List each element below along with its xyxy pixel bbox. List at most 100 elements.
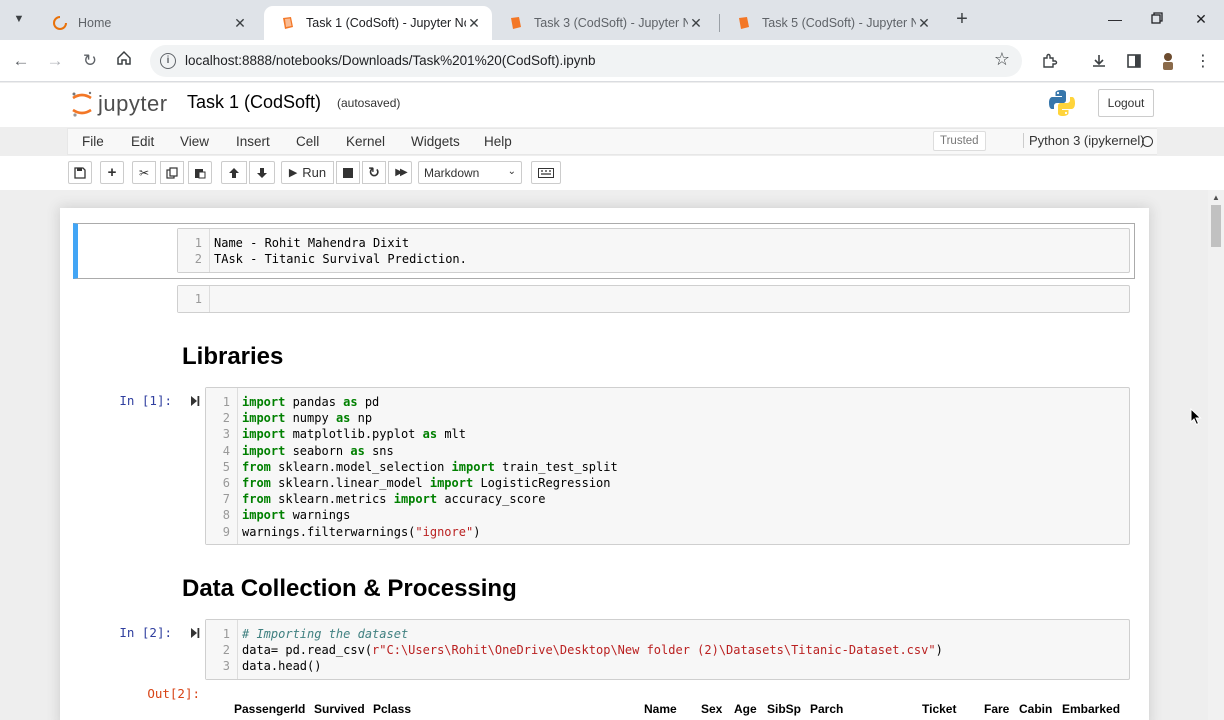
stop-icon <box>343 167 353 178</box>
jupyter-book-icon <box>280 15 296 31</box>
empty-cell-input-area[interactable]: 1 <box>177 285 1130 313</box>
copy-button[interactable] <box>160 161 184 184</box>
extensions-icon[interactable] <box>1038 50 1060 72</box>
jupyter-logo[interactable]: jupyter <box>70 89 168 119</box>
code-line: TAsk - Titanic Survival Prediction. <box>214 252 467 266</box>
menu-cell[interactable]: Cell <box>296 134 319 149</box>
save-icon <box>74 166 86 179</box>
browser-menu-icon[interactable]: ⋮ <box>1192 50 1214 72</box>
menu-view[interactable]: View <box>180 134 209 149</box>
tab-title: Task 3 (CodSoft) - Jupyter Notebook <box>534 16 688 30</box>
line-number: 1 <box>194 236 202 250</box>
tab-task5[interactable]: Task 5 (CodSoft) - Jupyter Notebook ✕ <box>720 6 942 40</box>
menu-kernel[interactable]: Kernel <box>346 134 385 149</box>
trusted-indicator[interactable]: Trusted <box>933 131 986 151</box>
line-numbers: 1 2 3 <box>222 627 230 674</box>
move-down-button[interactable] <box>249 161 275 184</box>
tab-title: Task 1 (CodSoft) - Jupyter Notebook <box>306 16 466 30</box>
cell-type-select[interactable]: Markdown ⌄ <box>418 161 522 184</box>
menu-widgets[interactable]: Widgets <box>411 134 460 149</box>
scrollbar-thumb[interactable] <box>1211 205 1221 247</box>
kernel-name[interactable]: Python 3 (ipykernel) <box>1023 133 1145 148</box>
reload-icon[interactable]: ↻ <box>79 50 101 72</box>
side-panel-icon[interactable] <box>1123 50 1145 72</box>
chevron-down-icon: ⌄ <box>507 166 516 177</box>
restart-run-all-button[interactable]: ▶▶ <box>388 161 412 184</box>
paste-button[interactable] <box>188 161 212 184</box>
restore-icon[interactable] <box>1146 8 1168 30</box>
df-column-header: Survived <box>314 702 365 716</box>
arrow-down-icon <box>257 167 267 178</box>
tab-task1[interactable]: Task 1 (CodSoft) - Jupyter Notebook ✕ <box>264 6 492 40</box>
run-cell-icon[interactable] <box>190 395 200 407</box>
arrow-up-icon <box>229 167 239 178</box>
scissors-icon: ✂ <box>138 165 150 180</box>
menu-help[interactable]: Help <box>484 134 512 149</box>
site-info-icon[interactable]: i <box>160 53 176 69</box>
notebook-menubar: File Edit View Insert Cell Kernel Widget… <box>67 128 1157 155</box>
address-bar[interactable]: i localhost:8888/notebooks/Downloads/Tas… <box>150 45 1022 77</box>
df-column-header: Ticket <box>922 702 957 716</box>
df-column-header: Cabin <box>1019 702 1053 716</box>
close-tab-icon[interactable]: ✕ <box>916 15 932 32</box>
tab-home[interactable]: Home ✕ <box>36 6 258 40</box>
heading-data-collection: Data Collection & Processing <box>182 575 517 602</box>
interrupt-button[interactable] <box>336 161 360 184</box>
code-block: # Importing the dataset data= pd.read_cs… <box>242 627 943 674</box>
df-column-header: SibSp <box>767 702 802 716</box>
menu-file[interactable]: File <box>82 134 104 149</box>
fast-forward-icon: ▶▶ <box>395 167 408 178</box>
df-column-header: Parch <box>810 702 844 716</box>
close-tab-icon[interactable]: ✕ <box>232 15 248 32</box>
scrollbar[interactable]: ▲ <box>1208 190 1224 720</box>
forward-icon[interactable]: → <box>44 50 66 72</box>
restart-icon: ↻ <box>368 164 380 180</box>
loading-icon <box>52 15 68 31</box>
input-prompt: In [2]: <box>119 625 172 640</box>
tab-search-button[interactable]: ▼ <box>8 8 30 30</box>
paste-icon <box>195 168 206 178</box>
notebook-name[interactable]: Task 1 (CodSoft) <box>187 92 321 113</box>
scroll-up-arrow-icon[interactable]: ▲ <box>1212 193 1220 202</box>
cut-button[interactable]: ✂ <box>132 161 156 184</box>
download-icon[interactable] <box>1088 50 1110 72</box>
menu-edit[interactable]: Edit <box>131 134 154 149</box>
save-button[interactable] <box>68 161 92 184</box>
cell-type-value: Markdown <box>424 166 480 180</box>
python-logo <box>1047 88 1077 118</box>
jupyter-book-icon <box>736 15 752 31</box>
kernel-idle-indicator-icon <box>1142 136 1153 147</box>
profile-avatar[interactable] <box>1157 50 1179 72</box>
logout-button[interactable]: Logout <box>1098 89 1154 117</box>
df-column-header: Sex <box>701 702 723 716</box>
code-cell-1-input-area[interactable]: 1 2 3 4 5 6 7 8 9 import pandas as pd im… <box>205 387 1130 545</box>
back-icon[interactable]: ← <box>10 50 32 72</box>
line-number: 1 <box>194 292 202 306</box>
code-cell-2-input-area[interactable]: 1 2 3 # Importing the dataset data= pd.r… <box>205 619 1130 680</box>
df-column-header: Embarked <box>1062 702 1121 716</box>
url-text: localhost:8888/notebooks/Downloads/Task%… <box>185 53 596 68</box>
home-icon[interactable] <box>113 50 135 72</box>
code-line: Name - Rohit Mahendra Dixit <box>214 236 410 250</box>
jupyter-header: jupyter Task 1 (CodSoft) (autosaved) Log… <box>0 83 1224 127</box>
play-icon: ▶ <box>288 167 298 179</box>
df-column-header: Name <box>644 702 677 716</box>
markdown-input-area[interactable]: 1 2 Name - Rohit Mahendra Dixit TAsk - T… <box>177 228 1130 273</box>
keyboard-icon <box>538 167 554 178</box>
close-tab-icon[interactable]: ✕ <box>688 15 704 32</box>
new-tab-button[interactable]: + <box>953 9 971 29</box>
browser-toolbar: ← → ↻ i localhost:8888/notebooks/Downloa… <box>0 40 1224 82</box>
insert-cell-button[interactable]: + <box>100 161 124 184</box>
restart-kernel-button[interactable]: ↻ <box>362 161 386 184</box>
df-column-header: PassengerId <box>234 702 306 716</box>
run-button[interactable]: ▶ Run <box>281 161 334 184</box>
run-cell-icon[interactable] <box>190 627 200 639</box>
command-palette-button[interactable] <box>531 161 561 184</box>
menu-insert[interactable]: Insert <box>236 134 270 149</box>
tab-task3[interactable]: Task 3 (CodSoft) - Jupyter Notebook ✕ <box>492 6 714 40</box>
minimize-icon[interactable]: — <box>1104 8 1126 30</box>
close-window-icon[interactable]: ✕ <box>1190 8 1212 30</box>
close-tab-icon[interactable]: ✕ <box>466 15 482 32</box>
bookmark-star-icon[interactable]: ☆ <box>994 49 1010 70</box>
move-up-button[interactable] <box>221 161 247 184</box>
